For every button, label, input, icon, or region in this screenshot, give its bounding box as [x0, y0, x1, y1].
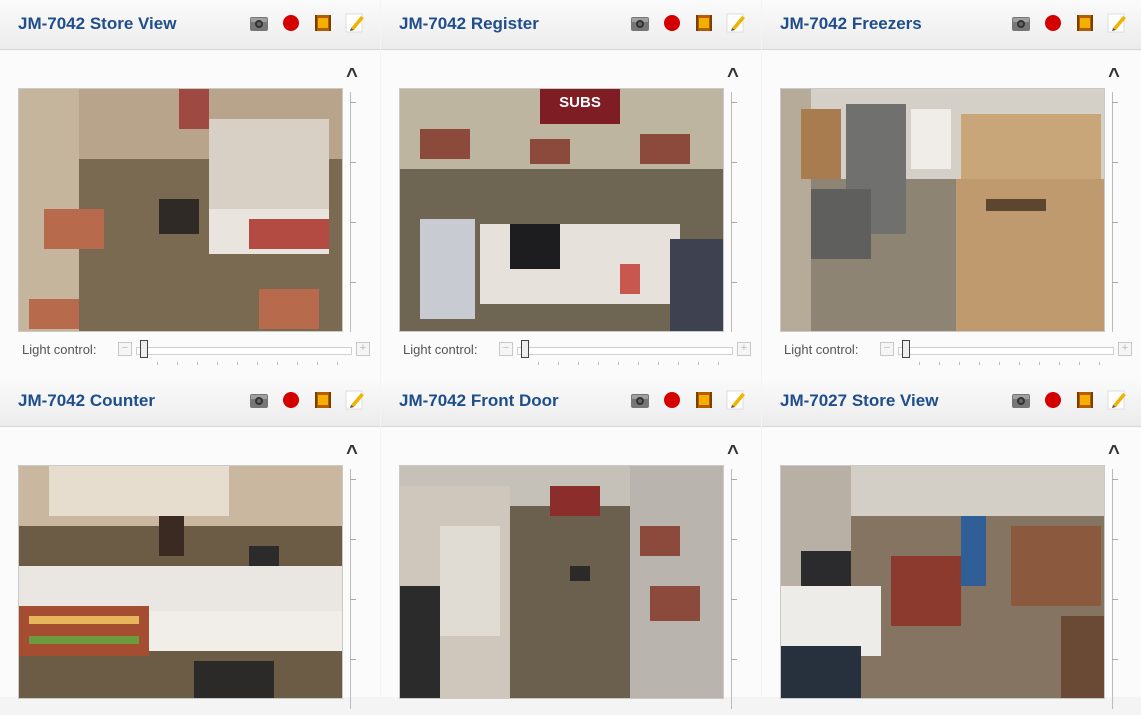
camera-feed[interactable]: [780, 88, 1105, 332]
light-control-label: Light control:: [403, 342, 478, 357]
plus-icon[interactable]: +: [356, 342, 370, 356]
camera-snapshot-icon[interactable]: [248, 389, 270, 411]
minus-icon[interactable]: −: [499, 342, 513, 356]
camera-actions: [248, 389, 366, 411]
camera-title[interactable]: JM-7027 Store View: [780, 391, 938, 411]
slider-handle[interactable]: [521, 340, 529, 358]
camera-body: ^: [762, 427, 1141, 709]
record-icon[interactable]: [1042, 389, 1064, 411]
record-icon[interactable]: [280, 389, 302, 411]
camera-snapshot-icon[interactable]: [1010, 389, 1032, 411]
slider-handle[interactable]: [902, 340, 910, 358]
chevron-up-icon[interactable]: ^: [1104, 66, 1124, 86]
pencil-icon[interactable]: [725, 389, 747, 411]
film-icon[interactable]: [312, 12, 334, 34]
pencil-icon[interactable]: [344, 12, 366, 34]
camera-feed[interactable]: [399, 465, 724, 699]
camera-actions: [629, 12, 747, 34]
minus-icon[interactable]: −: [880, 342, 894, 356]
slider-handle[interactable]: [140, 340, 148, 358]
record-icon[interactable]: [1042, 12, 1064, 34]
zoom-scrollbar[interactable]: ^: [1102, 443, 1126, 715]
camera-title[interactable]: JM-7042 Counter: [18, 391, 155, 411]
zoom-track[interactable]: [350, 469, 356, 709]
camera-header: JM-7042 Store View: [0, 0, 380, 50]
light-slider[interactable]: [136, 347, 352, 365]
light-slider[interactable]: [898, 347, 1114, 365]
camera-body: SUBS ^ Light control: − +: [381, 50, 761, 377]
light-control: Light control: − +: [18, 340, 370, 365]
camera-panel: JM-7042 Store View ^ Light control: − +: [0, 0, 380, 377]
camera-feed[interactable]: SUBS: [399, 88, 724, 332]
film-icon[interactable]: [1074, 12, 1096, 34]
camera-body: ^: [0, 427, 380, 709]
film-icon[interactable]: [693, 389, 715, 411]
camera-actions: [629, 389, 747, 411]
minus-icon[interactable]: −: [118, 342, 132, 356]
chevron-up-icon[interactable]: ^: [342, 66, 362, 86]
film-icon[interactable]: [312, 389, 334, 411]
chevron-up-icon[interactable]: ^: [723, 66, 743, 86]
camera-header: JM-7042 Counter: [0, 377, 380, 427]
zoom-track[interactable]: [350, 92, 356, 332]
film-icon[interactable]: [1074, 389, 1096, 411]
light-control-label: Light control:: [22, 342, 97, 357]
camera-feed[interactable]: [780, 465, 1105, 699]
light-control: Light control: − +: [399, 340, 751, 365]
camera-snapshot-icon[interactable]: [1010, 12, 1032, 34]
camera-snapshot-icon[interactable]: [629, 12, 651, 34]
film-icon[interactable]: [693, 12, 715, 34]
zoom-scrollbar[interactable]: ^: [340, 443, 364, 715]
camera-header: JM-7027 Store View: [762, 377, 1141, 427]
zoom-track[interactable]: [731, 469, 737, 709]
record-icon[interactable]: [661, 12, 683, 34]
record-icon[interactable]: [661, 389, 683, 411]
camera-feed[interactable]: [18, 465, 343, 699]
pencil-icon[interactable]: [1106, 12, 1128, 34]
camera-header: JM-7042 Register: [381, 0, 761, 50]
camera-body: ^ Light control: − +: [0, 50, 380, 377]
camera-panel: JM-7042 Counter ^: [0, 377, 380, 709]
camera-actions: [1010, 12, 1128, 34]
camera-snapshot-icon[interactable]: [629, 389, 651, 411]
pencil-icon[interactable]: [1106, 389, 1128, 411]
pencil-icon[interactable]: [725, 12, 747, 34]
camera-snapshot-icon[interactable]: [248, 12, 270, 34]
chevron-up-icon[interactable]: ^: [342, 443, 362, 463]
plus-icon[interactable]: +: [737, 342, 751, 356]
light-control-label: Light control:: [784, 342, 859, 357]
camera-feed[interactable]: [18, 88, 343, 332]
pencil-icon[interactable]: [344, 389, 366, 411]
camera-body: ^: [381, 427, 761, 709]
store-sign: SUBS: [559, 94, 601, 111]
camera-title[interactable]: JM-7042 Freezers: [780, 14, 922, 34]
camera-body: ^ Light control: − +: [762, 50, 1141, 377]
camera-panel: JM-7027 Store View ^: [762, 377, 1141, 709]
light-control: Light control: − +: [780, 340, 1132, 365]
zoom-scrollbar[interactable]: ^: [721, 443, 745, 715]
chevron-up-icon[interactable]: ^: [723, 443, 743, 463]
plus-icon[interactable]: +: [1118, 342, 1132, 356]
camera-actions: [248, 12, 366, 34]
camera-panel: JM-7042 Register SUBS ^ Light control: −…: [381, 0, 761, 377]
camera-grid: JM-7042 Store View ^ Light control: − + …: [0, 0, 1141, 709]
camera-header: JM-7042 Freezers: [762, 0, 1141, 50]
camera-header: JM-7042 Front Door: [381, 377, 761, 427]
zoom-track[interactable]: [1112, 92, 1118, 332]
camera-panel: JM-7042 Front Door ^: [381, 377, 761, 709]
zoom-track[interactable]: [731, 92, 737, 332]
chevron-up-icon[interactable]: ^: [1104, 443, 1124, 463]
zoom-scrollbar[interactable]: ^: [721, 66, 745, 338]
zoom-scrollbar[interactable]: ^: [1102, 66, 1126, 338]
camera-panel: JM-7042 Freezers ^ Light control: − +: [762, 0, 1141, 377]
camera-title[interactable]: JM-7042 Store View: [18, 14, 176, 34]
record-icon[interactable]: [280, 12, 302, 34]
camera-actions: [1010, 389, 1128, 411]
zoom-scrollbar[interactable]: ^: [340, 66, 364, 338]
camera-title[interactable]: JM-7042 Front Door: [399, 391, 559, 411]
light-slider[interactable]: [517, 347, 733, 365]
zoom-track[interactable]: [1112, 469, 1118, 709]
camera-title[interactable]: JM-7042 Register: [399, 14, 539, 34]
